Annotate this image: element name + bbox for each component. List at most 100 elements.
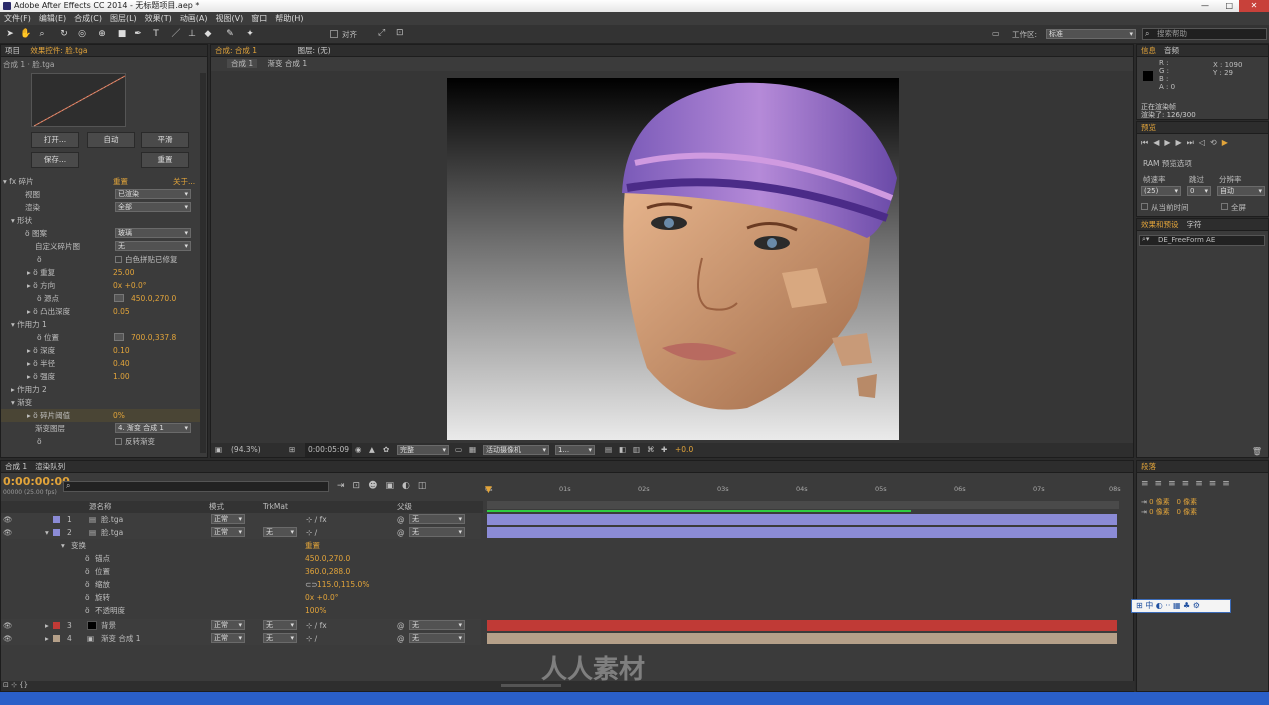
layer-trkmat-dropdown[interactable]: 无 [263, 633, 297, 643]
justify-center-icon[interactable]: ≡ [1195, 479, 1209, 489]
justify-all-icon[interactable]: ≡ [1222, 479, 1236, 489]
justify-right-icon[interactable]: ≡ [1209, 479, 1223, 489]
layer-mode-dropdown[interactable]: 正常 [211, 633, 245, 643]
brush-tool-icon[interactable]: ／ [170, 28, 182, 40]
parent-pickwhip-icon[interactable]: @ [397, 526, 405, 539]
force1-group[interactable]: 作用力 1 [17, 320, 47, 329]
rotation-value[interactable]: 0x +0.0° [305, 591, 339, 604]
invert-gradient-checkbox[interactable] [115, 438, 122, 445]
tab-layer[interactable]: 图层: (无) [293, 46, 334, 55]
menu-edit[interactable]: 编辑(E) [39, 14, 66, 23]
menu-file[interactable]: 文件(F) [4, 14, 31, 23]
ime-toolbar[interactable]: ⊞ 中 ◐ ·· ▦ ♣ ⚙ [1131, 599, 1231, 613]
text-tool-icon[interactable]: T [150, 28, 162, 40]
tab-render-queue[interactable]: 渲染队列 [31, 462, 69, 471]
snap-icon[interactable]: ⤢ [378, 28, 385, 38]
snapshot-icon[interactable]: ◉ [355, 443, 362, 457]
tab-audio[interactable]: 音频 [1160, 46, 1183, 55]
scale-link-icon[interactable]: ⊂⊃ [305, 578, 318, 591]
layer-color-label[interactable] [53, 622, 60, 629]
repetitions-value[interactable]: 25.00 [113, 266, 134, 279]
layer-duration-bar[interactable] [487, 527, 1117, 538]
roto-brush-tool-icon[interactable]: ✎ [224, 28, 236, 40]
curve-graph[interactable] [31, 73, 126, 127]
layer-color-label[interactable] [53, 516, 60, 523]
layer-duration-bar[interactable] [487, 633, 1117, 644]
time-ruler[interactable]: 0s 01s 02s 03s 04s 05s 06s 07s 08s [485, 485, 1121, 499]
audio-icon[interactable]: ◁ [1199, 138, 1210, 147]
gradient-layer-dropdown[interactable]: 4. 渐变 合成 1 [115, 423, 191, 433]
layer-mode-dropdown[interactable]: 正常 [211, 514, 245, 524]
loop-icon[interactable]: ⟲ [1210, 138, 1222, 147]
exposure-value[interactable]: +0.0 [675, 443, 693, 457]
next-frame-icon[interactable]: ▶ [1176, 138, 1187, 147]
layer-duration-bar[interactable] [487, 514, 1117, 525]
effect-shatter-reset[interactable]: 重置 [113, 175, 128, 188]
views-dropdown[interactable]: 1... [555, 445, 595, 455]
custom-map-dropdown[interactable]: 无 [115, 241, 191, 251]
view-dropdown[interactable]: 已渲染 [115, 189, 191, 199]
depth-value[interactable]: 0.10 [113, 344, 130, 357]
col-mode[interactable]: 模式 [209, 501, 224, 513]
align-right-icon[interactable]: ≡ [1168, 479, 1182, 489]
current-time[interactable]: 0:00:05:09 [305, 443, 352, 457]
tab-composition[interactable]: 合成: 合成 1 [211, 46, 261, 55]
show-snapshot-icon[interactable]: ▲ [369, 443, 375, 457]
shatter-threshold-value[interactable]: 0% [113, 409, 125, 422]
anchor-value[interactable]: 450.0,270.0 [305, 552, 350, 565]
shape-group[interactable]: 形状 [17, 216, 32, 225]
graph-editor-icon[interactable]: ◫ [418, 481, 435, 491]
effects-search-input[interactable]: DE_FreeForm AE [1139, 235, 1265, 246]
origin-crosshair-icon[interactable] [114, 294, 124, 302]
last-frame-icon[interactable]: ⏭ [1187, 138, 1199, 147]
work-area-bar[interactable] [487, 501, 1119, 509]
layer-mode-dropdown[interactable]: 正常 [211, 620, 245, 630]
safe-zones-icon[interactable]: ⊞ [289, 443, 295, 457]
camera-dropdown[interactable]: 活动摄像机 [483, 445, 549, 455]
space-after[interactable]: 0 像素 [1176, 508, 1197, 516]
comp-mini-flowchart-icon[interactable]: ⇥ [337, 481, 353, 491]
comp-viewport[interactable] [211, 71, 1133, 443]
maximize-icon[interactable]: □ [1225, 0, 1233, 12]
align-checkbox[interactable] [330, 30, 338, 38]
help-search-input[interactable]: 搜索帮助 [1142, 28, 1267, 40]
zoom-level[interactable]: (94.3%) [231, 443, 261, 457]
timeline-icon[interactable]: ▥ [633, 443, 640, 457]
toggle-pixel-aspect-icon[interactable]: ▤ [605, 443, 612, 457]
justify-left-icon[interactable]: ≡ [1182, 479, 1196, 489]
frame-blending-icon[interactable]: ▣ [385, 481, 402, 491]
channel-icon[interactable]: ✿ [383, 443, 389, 457]
layer-parent-dropdown[interactable]: 无 [409, 620, 465, 630]
minimize-icon[interactable]: — [1201, 0, 1209, 12]
prev-frame-icon[interactable]: ◀ [1153, 138, 1164, 147]
force-position-value[interactable]: 700.0,337.8 [131, 331, 176, 344]
tab-character[interactable]: 字符 [1183, 220, 1206, 229]
tab-effects-presets[interactable]: 效果和预设 [1137, 220, 1183, 229]
zoom-tool-icon[interactable]: ⌕ [36, 28, 48, 40]
ram-preview-icon[interactable]: ▶ [1222, 138, 1233, 147]
tab-project[interactable]: 项目 [1, 46, 24, 55]
align-left-icon[interactable]: ≡ [1141, 479, 1155, 489]
direction-value[interactable]: 0x +0.0° [113, 279, 147, 292]
selection-tool-icon[interactable]: ➤ [4, 28, 16, 40]
force2-group[interactable]: 作用力 2 [17, 385, 47, 394]
tab-info[interactable]: 信息 [1137, 46, 1160, 55]
indent-left[interactable]: 0 像素 [1149, 498, 1170, 506]
tab-timeline-comp1[interactable]: 合成 1 [1, 462, 31, 471]
close-icon[interactable]: ✕ [1239, 0, 1269, 12]
rotate-tool-icon[interactable]: ↻ [58, 28, 70, 40]
col-trkmat[interactable]: TrkMat [263, 501, 288, 513]
layer-row[interactable]: 👁▾ 2 ▤ 脸.tga 正常 无 ⊹ ∕ @ 无 [1, 526, 481, 539]
tab-effect-controls[interactable]: 效果控件: 脸.tga [26, 46, 91, 55]
strength-value[interactable]: 1.00 [113, 370, 130, 383]
smooth-button[interactable]: 平滑 [141, 132, 189, 148]
parent-pickwhip-icon[interactable]: @ [397, 632, 405, 645]
motion-blur-icon[interactable]: ◐ [402, 481, 418, 491]
hand-tool-icon[interactable]: ✋ [20, 28, 32, 40]
layer-name[interactable]: 脸.tga [101, 526, 123, 539]
transform-reset[interactable]: 重置 [305, 539, 320, 552]
layer-switches[interactable]: ⊹ ∕ [306, 526, 317, 539]
eraser-tool-icon[interactable]: ◆ [202, 28, 214, 40]
origin-value[interactable]: 450.0,270.0 [131, 292, 176, 305]
menu-window[interactable]: 窗口 [251, 14, 267, 23]
